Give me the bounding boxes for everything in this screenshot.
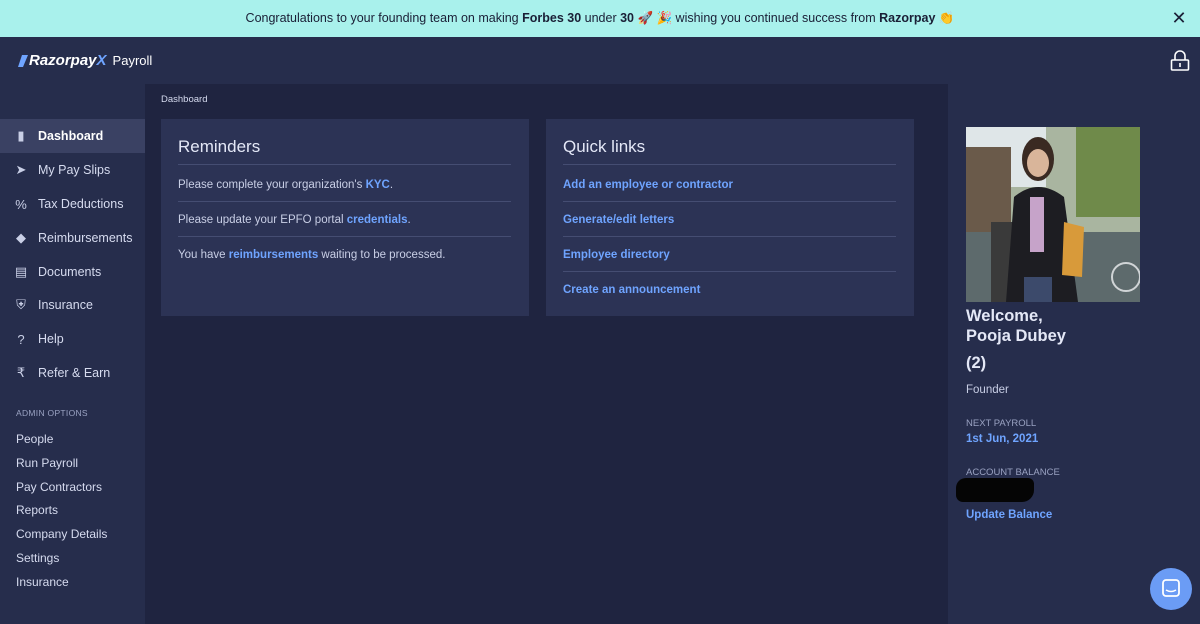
shield-icon: ⛨ [16,297,26,312]
divider [178,236,511,237]
admin-item-pay-contractors[interactable]: Pay Contractors [16,480,102,494]
razorpayx-logo[interactable]: RazorpayX Payroll [18,52,152,69]
credentials-link[interactable]: credentials [347,214,408,226]
divider [563,271,896,272]
sidebar-item-tax-deductions[interactable]: % Tax Deductions [0,187,145,221]
quick-links-card: Quick links Add an employee or contracto… [546,119,914,316]
brand-text: Razorpay [29,52,97,69]
profile-photo [966,127,1140,302]
reminder-reimbursements: You have reimbursements waiting to be pr… [178,249,445,261]
reminder-text: . [389,179,394,191]
redacted-balance [956,478,1034,502]
banner-message: Congratulations to your founding team on… [246,11,955,26]
banner-bold: Forbes 30 [522,11,582,25]
generate-letters-link[interactable]: Generate/edit letters [563,214,674,226]
question-icon: ? [17,331,25,347]
quick-links-title: Quick links [563,137,646,156]
sidebar-item-label: Tax Deductions [38,197,124,211]
brand-x: X [96,52,107,69]
admin-item-reports[interactable]: Reports [16,503,58,517]
top-header: RazorpayX Payroll [0,37,1200,84]
sidebar-item-help[interactable]: ? Help [0,322,145,356]
quick-link-row: Generate/edit letters [563,214,674,226]
banner-bold: Razorpay [879,11,936,25]
sidebar: ▮ Dashboard ➤ My Pay Slips % Tax Deducti… [0,84,145,624]
account-count: (2) [966,354,987,372]
sidebar-item-dashboard[interactable]: ▮ Dashboard [0,119,145,153]
reminder-text: You have [178,249,229,261]
close-icon[interactable]: ✕ [1170,9,1188,27]
admin-item-run-payroll[interactable]: Run Payroll [16,456,78,470]
breadcrumb: Dashboard [161,94,208,105]
sidebar-item-my-pay-slips[interactable]: ➤ My Pay Slips [0,153,145,187]
divider [178,201,511,202]
reminder-text: Please complete your organization's [178,179,366,191]
divider [563,201,896,202]
reminder-kyc: Please complete your organization's KYC. [178,179,393,191]
sidebar-item-documents[interactable]: ▤ Documents [0,255,145,289]
logo-mark-icon [18,54,28,67]
admin-item-people[interactable]: People [16,432,53,446]
rupee-icon: ₹ [16,365,26,380]
send-icon: ➤ [15,162,27,177]
divider [178,164,511,165]
banner-text: 👏 [935,11,955,25]
documents-icon: ▤ [14,264,28,279]
sidebar-item-label: Help [38,332,64,346]
brand-name: RazorpayX [29,52,107,69]
sidebar-item-label: My Pay Slips [38,163,111,177]
percent-icon: % [15,196,27,212]
user-name: Pooja Dubey [966,327,1066,345]
quick-link-row: Employee directory [563,249,670,261]
sidebar-item-reimbursements[interactable]: ◆ Reimbursements [0,221,145,255]
profile-panel: Welcome, Pooja Dubey (2) Founder NEXT PA… [948,84,1200,624]
user-role: Founder [966,384,1009,396]
create-announcement-link[interactable]: Create an announcement [563,284,700,296]
banner-bold: 30 [620,11,634,25]
welcome-text: Welcome, [966,307,1043,325]
reminder-epfo: Please update your EPFO portal credentia… [178,214,411,226]
sidebar-item-label: Documents [38,265,102,279]
banner-text: under [581,11,621,25]
reminder-text: Please update your EPFO portal [178,214,347,226]
account-balance-label: ACCOUNT BALANCE [966,467,1060,478]
admin-item-insurance[interactable]: Insurance [16,575,69,589]
sidebar-item-label: Reimbursements [38,231,133,245]
banner-text: 🚀 🎉 wishing you continued success from [634,11,880,25]
sidebar-item-insurance[interactable]: ⛨ Insurance [0,288,145,322]
announcement-banner: Congratulations to your founding team on… [0,0,1200,37]
quick-link-row: Create an announcement [563,284,700,296]
reminders-card: Reminders Please complete your organizat… [161,119,529,316]
reminder-text: waiting to be processed. [318,249,446,261]
employee-directory-link[interactable]: Employee directory [563,249,670,261]
sidebar-item-label: Dashboard [38,129,104,143]
update-balance-link[interactable]: Update Balance [966,509,1052,521]
lock-icon[interactable] [1169,50,1191,72]
banner-text: Congratulations to your founding team on… [245,11,523,25]
quick-link-row: Add an employee or contractor [563,179,733,191]
reminders-title: Reminders [178,137,261,156]
sidebar-item-label: Insurance [38,298,93,312]
reimbursements-link[interactable]: reimbursements [229,249,318,261]
product-name: Payroll [112,53,153,68]
welcome-heading: Welcome, Pooja Dubey [966,306,1066,346]
kyc-link[interactable]: KYC [366,179,390,191]
reminder-text: . [407,214,411,226]
admin-options-heading: ADMIN OPTIONS [16,408,88,418]
chat-icon [1162,579,1180,597]
main-content: Dashboard Reminders Please complete your… [145,84,948,624]
chat-widget-button[interactable] [1150,568,1192,610]
add-employee-link[interactable]: Add an employee or contractor [563,179,733,191]
divider [563,164,896,165]
admin-item-settings[interactable]: Settings [16,551,59,565]
next-payroll-date[interactable]: 1st Jun, 2021 [966,433,1038,445]
admin-item-company-details[interactable]: Company Details [16,527,107,541]
next-payroll-label: NEXT PAYROLL [966,418,1037,429]
clipboard-icon: ▮ [17,128,25,143]
divider [563,236,896,237]
sidebar-item-label: Refer & Earn [38,366,111,380]
sidebar-item-refer-earn[interactable]: ₹ Refer & Earn [0,356,145,390]
tag-icon: ◆ [16,230,26,245]
